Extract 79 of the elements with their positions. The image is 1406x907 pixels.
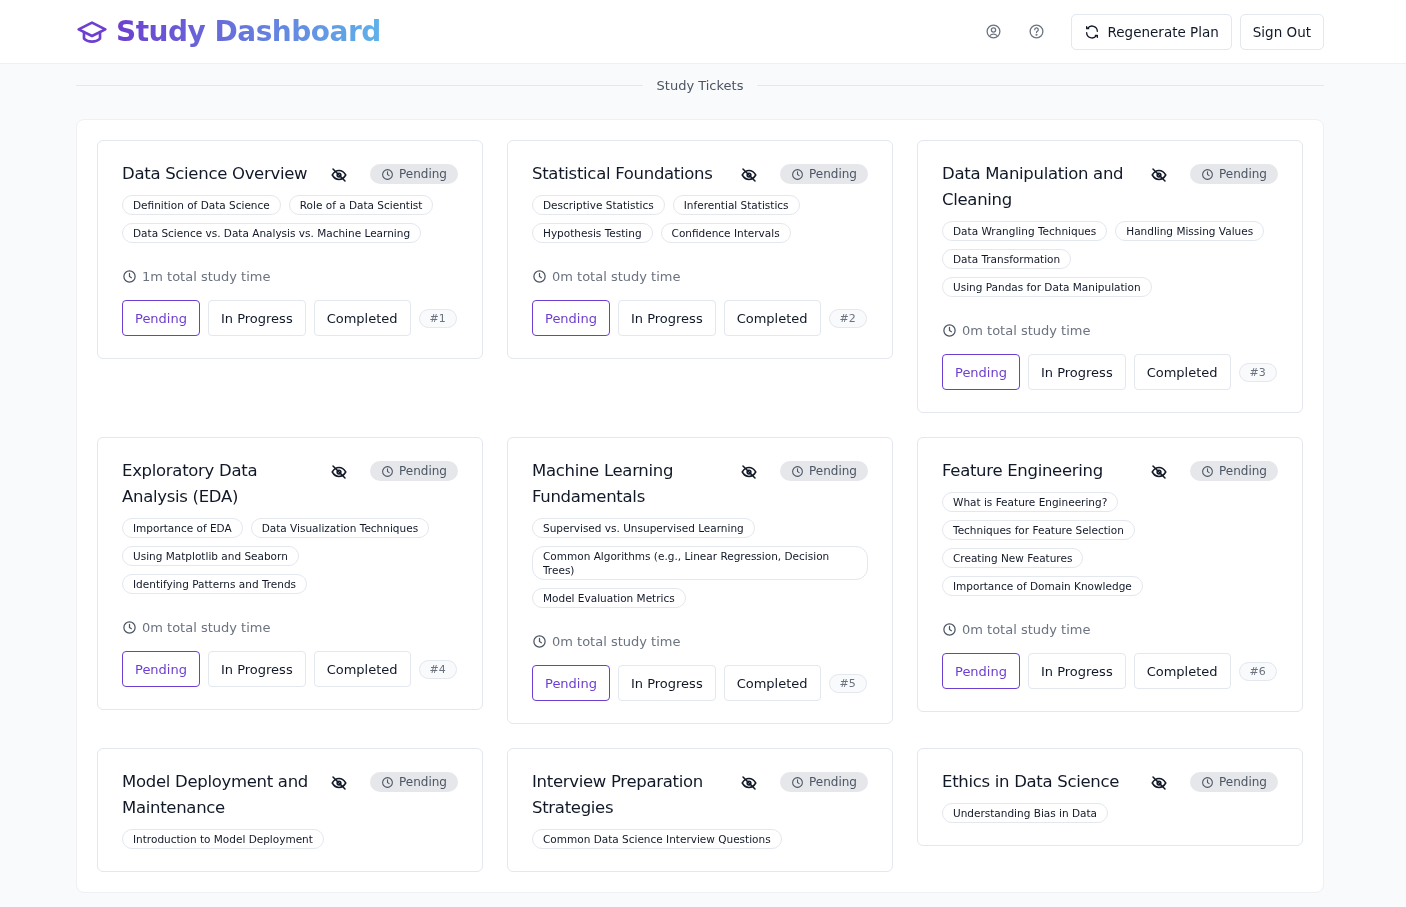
status-button[interactable]: Completed — [1133, 354, 1231, 390]
clock-icon — [942, 323, 957, 338]
ticket-title: Statistical Foundations — [532, 163, 714, 185]
status-button[interactable]: Completed — [723, 300, 821, 336]
regenerate-button[interactable]: Regenerate Plan — [1070, 13, 1232, 50]
eye-off-icon[interactable] — [330, 166, 348, 184]
status-button[interactable]: In Progress — [617, 665, 716, 701]
topic-tag: Common Algorithms (e.g., Linear Regression, Decision Trees) — [532, 546, 868, 580]
status-button[interactable]: Pending — [532, 300, 610, 336]
status-button[interactable]: Completed — [1133, 653, 1231, 689]
clock-icon — [122, 620, 137, 635]
status-button[interactable]: In Progress — [1027, 354, 1126, 390]
study-time: 0m total study time — [142, 620, 271, 635]
status-button[interactable]: In Progress — [1027, 653, 1126, 689]
status-text: Pending — [809, 775, 857, 789]
user-icon[interactable] — [984, 23, 1002, 40]
clock-icon — [532, 269, 547, 284]
status-text: Pending — [399, 775, 447, 789]
status-text: Pending — [809, 464, 857, 478]
clock-icon — [791, 775, 804, 789]
status-text: Pending — [399, 167, 447, 181]
help-icon[interactable] — [1027, 23, 1045, 40]
clock-icon — [791, 167, 804, 181]
ticket-title: Machine Learning Fundamentals — [532, 460, 675, 508]
eye-off-icon[interactable] — [1150, 166, 1168, 184]
ticket-title: Exploratory Data Analysis (EDA) — [122, 460, 259, 508]
study-time: 0m total study time — [552, 634, 681, 649]
ticket-number: #4 — [418, 659, 457, 679]
study-time: 0m total study time — [962, 622, 1091, 637]
status-button[interactable]: Completed — [313, 300, 411, 336]
clock-icon — [791, 464, 804, 478]
status-button[interactable]: Pending — [942, 354, 1020, 390]
sign-out-button[interactable]: Sign Out — [1239, 13, 1324, 50]
section-title: Study Tickets — [656, 78, 744, 93]
clock-icon — [1201, 167, 1214, 181]
ticket-title: Interview Preparation Strategies — [532, 771, 704, 819]
status-button[interactable]: Pending — [532, 665, 610, 701]
status-text: Pending — [1219, 167, 1267, 181]
ticket-number: #5 — [828, 673, 867, 693]
status-text: Pending — [399, 464, 447, 478]
study-time: 0m total study time — [552, 269, 681, 284]
status-button[interactable]: In Progress — [207, 300, 306, 336]
eye-off-icon[interactable] — [330, 774, 348, 792]
eye-off-icon[interactable] — [740, 774, 758, 792]
status-text: Pending — [1219, 775, 1267, 789]
clock-icon — [381, 167, 394, 181]
refresh-icon — [1083, 23, 1100, 40]
ticket-number: #1 — [418, 308, 457, 328]
clock-icon — [1201, 464, 1214, 478]
ticket-title: Data Manipulation and Cleaning — [942, 163, 1125, 211]
status-button[interactable]: Pending — [942, 653, 1020, 689]
study-time: 0m total study time — [962, 323, 1091, 338]
clock-icon — [381, 464, 394, 478]
ticket-title: Model Deployment and Maintenance — [122, 771, 309, 819]
ticket-number: #2 — [828, 308, 867, 328]
eye-off-icon[interactable] — [740, 463, 758, 481]
clock-icon — [942, 622, 957, 637]
eye-off-icon[interactable] — [740, 166, 758, 184]
status-button[interactable]: Pending — [122, 651, 200, 687]
ticket-title: Ethics in Data Science — [942, 771, 1121, 793]
status-button[interactable]: Pending — [122, 300, 200, 336]
eye-off-icon[interactable] — [1150, 463, 1168, 481]
ticket-number: #3 — [1238, 362, 1277, 382]
clock-icon — [122, 269, 137, 284]
status-text: Pending — [1219, 464, 1267, 478]
ticket-title: Feature Engineering — [942, 460, 1104, 482]
status-button[interactable]: In Progress — [617, 300, 716, 336]
clock-icon — [1201, 775, 1214, 789]
eye-off-icon[interactable] — [330, 463, 348, 481]
ticket-title: Data Science Overview — [122, 163, 309, 185]
clock-icon — [532, 634, 547, 649]
study-time: 1m total study time — [142, 269, 271, 284]
status-button[interactable]: Completed — [723, 665, 821, 701]
ticket-number: #6 — [1238, 661, 1277, 681]
eye-off-icon[interactable] — [1150, 774, 1168, 792]
status-text: Pending — [809, 167, 857, 181]
status-button[interactable]: Completed — [313, 651, 411, 687]
status-button[interactable]: In Progress — [207, 651, 306, 687]
clock-icon — [381, 775, 394, 789]
